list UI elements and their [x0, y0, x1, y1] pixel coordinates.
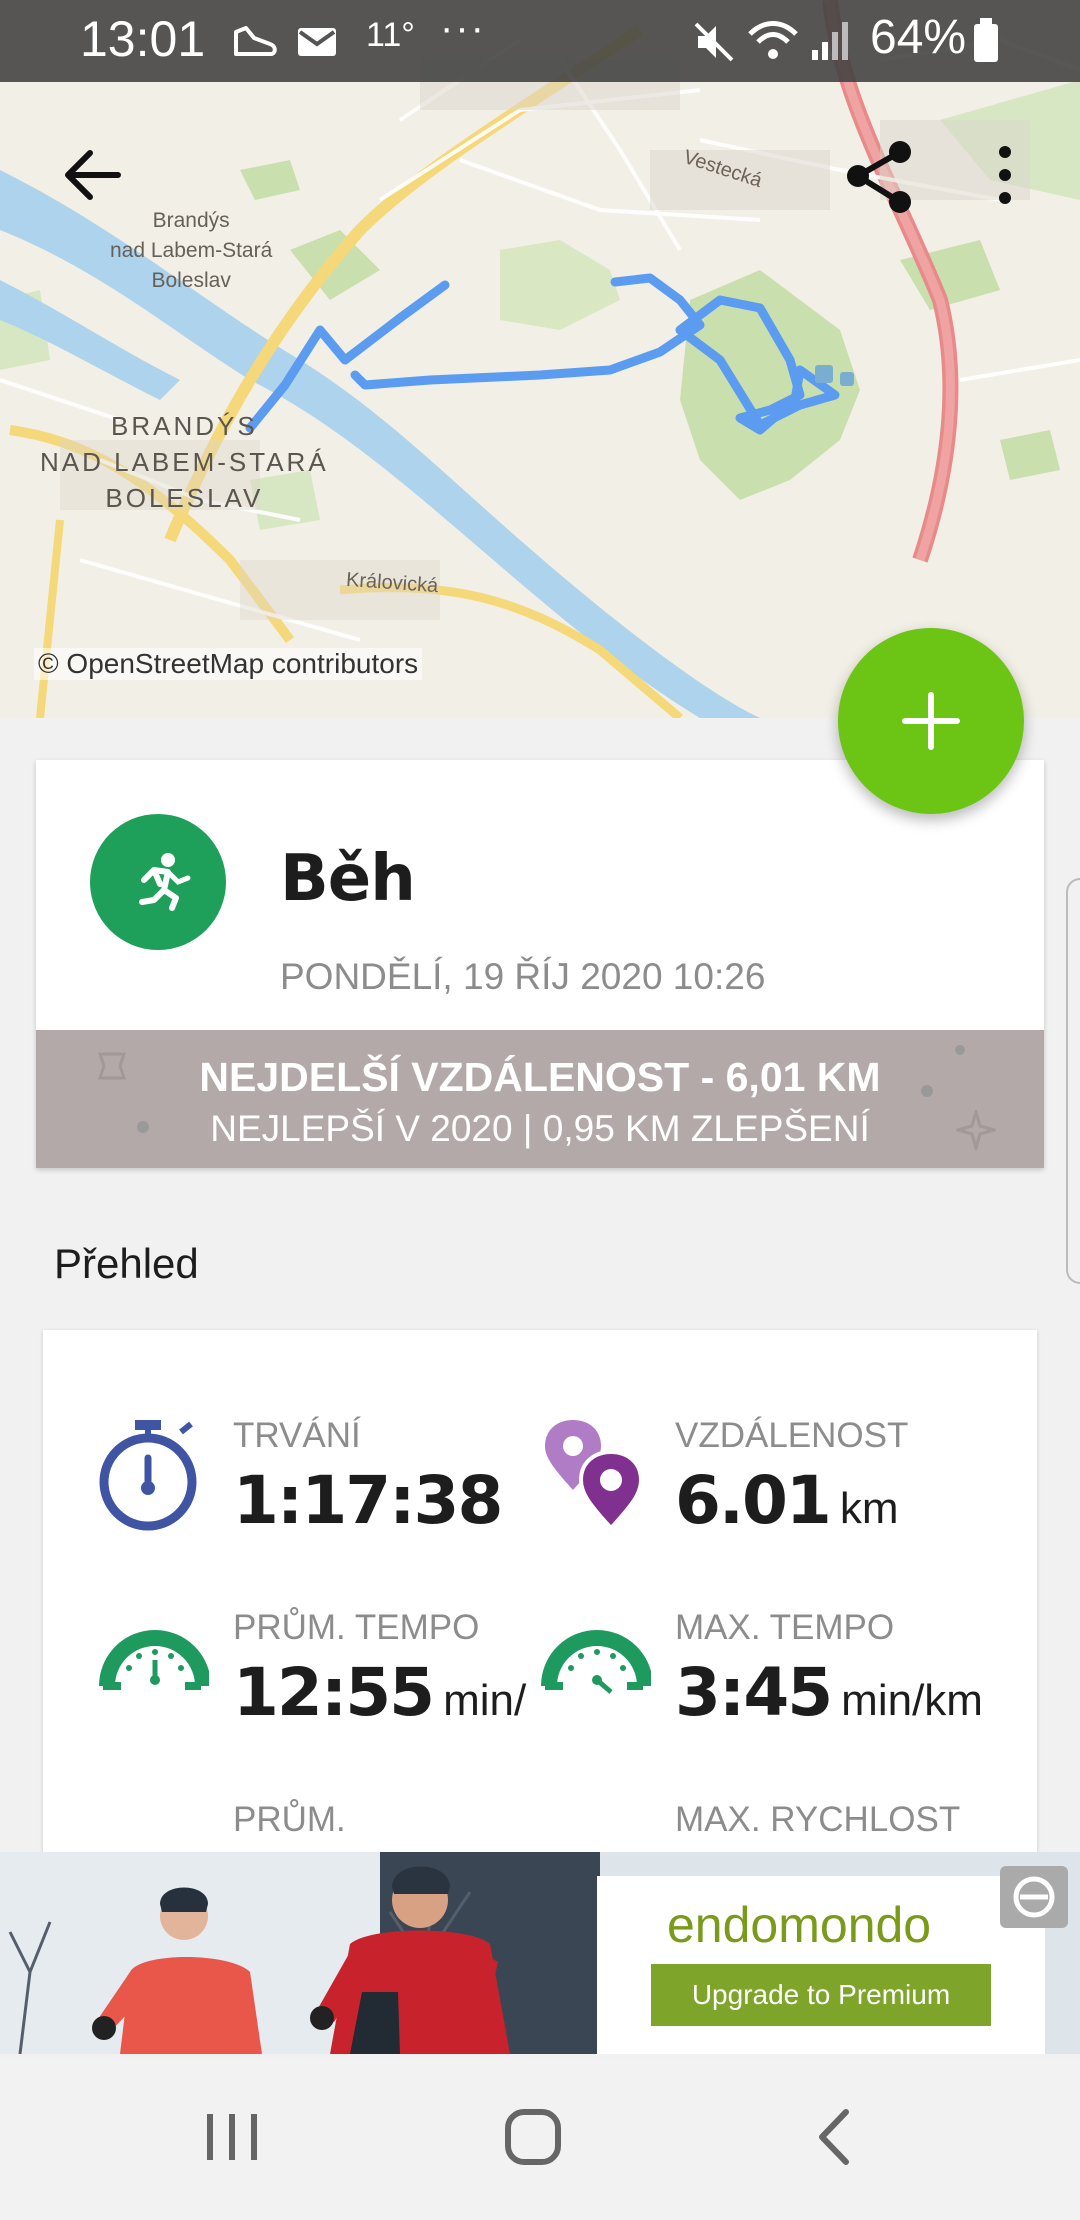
running-icon — [139, 853, 191, 911]
workout-summary-card: Běh PONDĚLÍ, 19 ŘÍJ 2020 10:26 NEJDELŠÍ … — [36, 760, 1044, 1168]
stat-avg-pace-label: PRŮM. TEMPO — [233, 1608, 480, 1647]
plus-icon — [902, 692, 960, 750]
wifi-icon — [748, 18, 798, 69]
stopwatch-icon — [99, 1420, 197, 1531]
ad-brand-logo: endomondo — [667, 1897, 932, 1953]
route-map[interactable]: Brandýs nad Labem-Stará Boleslav BRANDÝS… — [0, 0, 1080, 718]
stat-distance-unit: km — [839, 1484, 899, 1533]
stat-max-pace-value-wrap: 3:45 min/km — [675, 1654, 983, 1731]
battery-percent: 64% — [870, 11, 967, 64]
map-city-2: NAD LABEM-STARÁ — [40, 447, 329, 477]
sport-badge — [90, 814, 226, 950]
overview-stats-card: TRVÁNÍ 1:17:38 VZDÁLENOST 6.01 km PRŮM. T… — [43, 1330, 1037, 1890]
status-bar: 13:01 11° ··· 64% — [0, 0, 1080, 82]
recents-button[interactable] — [182, 2098, 282, 2178]
map-pins-icon — [545, 1420, 644, 1531]
stat-distance-value: 6.01 — [675, 1462, 832, 1539]
arrow-back-icon — [65, 150, 121, 200]
shoe-icon — [232, 24, 278, 63]
stat-max-pace-label: MAX. TEMPO — [675, 1608, 895, 1647]
nav-back-button[interactable] — [786, 2098, 886, 2178]
ad-panel: endomondo Upgrade to Premium — [597, 1876, 1045, 2054]
stat-duration: TRVÁNÍ 1:17:38 — [99, 1416, 589, 1596]
nav-back-icon — [819, 2109, 849, 2165]
map-attribution[interactable]: © OpenStreetMap contributors — [34, 648, 423, 680]
home-icon — [505, 2109, 561, 2165]
endomondo-app-icon — [1013, 1876, 1055, 1918]
stat-max-pace-value: 3:45 — [675, 1654, 833, 1731]
recents-icon — [207, 2114, 257, 2160]
status-temperature: 11° — [366, 16, 415, 54]
map-town-small-1: Brandýs — [152, 209, 230, 232]
stat-duration-value: 1:17:38 — [233, 1462, 503, 1539]
sport-name: Běh — [280, 842, 416, 916]
overview-title: Přehled — [54, 1240, 199, 1287]
share-button[interactable] — [840, 138, 920, 218]
speedometer-green-icon — [541, 1630, 651, 1694]
stat-avg-pace-value: 12:55 — [233, 1654, 435, 1731]
mail-icon — [296, 26, 338, 63]
workout-date: PONDĚLÍ, 19 ŘÍJ 2020 10:26 — [280, 956, 766, 997]
stat-avg-speed-label: PRŮM. — [233, 1800, 346, 1839]
share-icon — [847, 141, 911, 213]
ad-photo-runners — [0, 1852, 600, 2054]
map-label-town-small: Brandýs nad Labem-Stará Boleslav — [110, 206, 272, 296]
home-button[interactable] — [484, 2098, 584, 2178]
overflow-menu-button[interactable] — [990, 140, 1020, 210]
stat-duration-label: TRVÁNÍ — [233, 1416, 361, 1455]
stat-duration-value-wrap: 1:17:38 — [233, 1462, 503, 1539]
mute-icon — [692, 20, 736, 69]
more-vertical-icon — [999, 146, 1011, 204]
achievement-banner[interactable]: NEJDELŠÍ VZDÁLENOST - 6,01 KM NEJLEPŠÍ V… — [36, 1030, 1044, 1168]
add-fab-button[interactable] — [838, 628, 1024, 814]
upgrade-premium-button[interactable]: Upgrade to Premium — [651, 1964, 991, 2026]
map-label-town-large: BRANDÝS NAD LABEM-STARÁ BOLESLAV — [40, 408, 329, 516]
map-town-small-3: Boleslav — [151, 269, 231, 292]
stat-distance: VZDÁLENOST 6.01 km — [541, 1416, 1031, 1596]
map-background — [0, 0, 1080, 718]
stat-max-speed-label: MAX. RYCHLOST — [675, 1800, 961, 1839]
stat-distance-label: VZDÁLENOST — [675, 1416, 909, 1455]
stat-distance-value-wrap: 6.01 km — [675, 1462, 899, 1539]
map-town-small-2: nad Labem-Stará — [110, 239, 273, 262]
map-city-1: BRANDÝS — [110, 411, 258, 441]
side-panel-handle[interactable] — [1066, 878, 1080, 1284]
stat-max-pace: MAX. TEMPO 3:45 min/km — [541, 1608, 1031, 1788]
speedometer-green-icon — [99, 1630, 209, 1690]
signal-icon — [808, 18, 852, 69]
stat-avg-pace: PRŮM. TEMPO 12:55 min/ — [99, 1608, 589, 1788]
ad-app-icon — [1000, 1866, 1068, 1928]
stat-avg-pace-value-wrap: 12:55 min/ — [233, 1654, 526, 1731]
system-nav-bar — [0, 2058, 1080, 2220]
battery-icon — [972, 18, 1000, 69]
status-more: ··· — [440, 6, 486, 50]
ad-banner[interactable]: endomondo Upgrade to Premium — [0, 1852, 1080, 2054]
stat-avg-pace-unit: min/ — [443, 1676, 527, 1725]
status-time: 13:01 — [80, 11, 206, 67]
map-city-3: BOLESLAV — [105, 483, 264, 513]
stat-max-pace-unit: min/km — [841, 1676, 983, 1725]
achievement-title: NEJDELŠÍ VZDÁLENOST - 6,01 KM — [199, 1054, 881, 1100]
back-button[interactable] — [58, 140, 128, 210]
achievement-subtitle: NEJLEPŠÍ V 2020 | 0,95 KM ZLEPŠENÍ — [210, 1108, 870, 1149]
